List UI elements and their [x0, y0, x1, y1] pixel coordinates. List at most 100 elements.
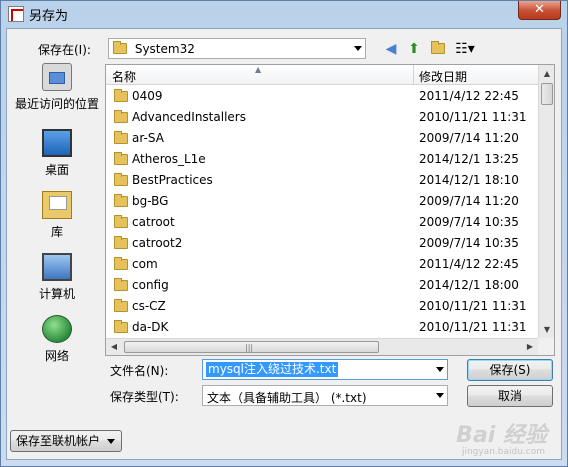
chevron-down-icon — [354, 46, 362, 51]
place-label: 库 — [50, 225, 63, 239]
window-title: 另存为 — [29, 9, 69, 24]
watermark-brand: Bai 经验 — [456, 423, 547, 448]
chevron-down-icon[interactable] — [436, 367, 444, 372]
file-name: catroot — [132, 215, 175, 229]
file-list[interactable]: ▲ 名称 修改日期 0409 2011/4/12 22:45 AdvancedIn… — [105, 64, 555, 356]
location-combo[interactable]: System32 — [108, 38, 366, 59]
file-date: 2011/4/12 22:45 — [419, 89, 519, 103]
list-item[interactable]: BestPractices 2014/12/1 18:10 — [106, 170, 538, 191]
new-folder-glyph-icon — [431, 41, 445, 54]
filetype-label: 保存类型(T): — [110, 390, 179, 404]
close-button[interactable]: ✕ — [518, 1, 561, 20]
file-name: AdvancedInstallers — [132, 110, 246, 124]
list-item[interactable]: 0409 2011/4/12 22:45 — [106, 86, 538, 107]
file-date: 2009/7/14 10:35 — [419, 215, 519, 229]
list-item[interactable]: com 2011/4/12 22:45 — [106, 254, 538, 275]
folder-icon — [114, 257, 128, 270]
location-value: System32 — [134, 42, 195, 56]
vertical-scrollbar[interactable]: ▲ ▼ — [538, 65, 554, 338]
save-in-label: 保存在(I): — [38, 43, 91, 57]
list-item[interactable]: bg-BG 2009/7/14 11:20 — [106, 191, 538, 212]
file-name: com — [132, 257, 158, 271]
list-item[interactable]: Atheros_L1e 2014/12/1 13:25 — [106, 149, 538, 170]
folder-icon — [114, 320, 128, 333]
place-libraries[interactable]: 库 — [11, 191, 103, 240]
place-desktop[interactable]: 桌面 — [11, 129, 103, 178]
save-as-dialog: 另存为 ✕ 保存在(I): System32 ◀ ⬆ ☷▾ 最近访问的位置 桌面 — [0, 0, 568, 467]
place-computer[interactable]: 计算机 — [11, 253, 103, 302]
place-label: 计算机 — [38, 287, 75, 301]
up-folder-icon[interactable]: ⬆ — [404, 39, 424, 59]
horizontal-scroll-thumb[interactable]: ||| — [124, 341, 379, 353]
scroll-down-icon[interactable]: ▼ — [539, 321, 554, 338]
watermark-url: jingyan.baidu.com — [461, 447, 545, 457]
folder-icon — [114, 278, 128, 291]
file-date: 2009/7/14 11:20 — [419, 131, 519, 145]
vertical-scroll-thumb[interactable] — [541, 83, 553, 105]
file-name: 0409 — [132, 89, 163, 103]
file-date: 2009/7/14 10:35 — [419, 236, 519, 250]
scroll-corner — [538, 338, 554, 355]
view-menu-icon[interactable]: ☷▾ — [452, 39, 478, 59]
list-item[interactable]: catroot 2009/7/14 10:35 — [106, 212, 538, 233]
file-name: BestPractices — [132, 173, 213, 187]
title-bar[interactable]: 另存为 ✕ — [1, 1, 567, 27]
back-arrow-icon[interactable]: ◀ — [381, 39, 401, 59]
column-divider[interactable] — [413, 65, 414, 85]
grip-icon: ||| — [245, 343, 254, 352]
place-network[interactable]: 网络 — [11, 315, 103, 364]
file-name: Atheros_L1e — [132, 152, 206, 166]
scroll-left-icon[interactable]: ◀ — [106, 339, 122, 355]
list-item[interactable]: ar-SA 2009/7/14 11:20 — [106, 128, 538, 149]
folder-icon — [114, 110, 128, 123]
scroll-up-icon[interactable]: ▲ — [539, 65, 554, 82]
desktop-icon — [42, 129, 72, 157]
horizontal-scrollbar[interactable]: ◀ ||| ▶ — [106, 338, 538, 355]
file-date: 2010/11/21 11:31 — [419, 299, 527, 313]
recent-places-icon — [42, 63, 72, 91]
new-folder-icon[interactable] — [428, 39, 448, 59]
folder-icon — [114, 89, 128, 102]
column-date[interactable]: 修改日期 — [419, 68, 467, 85]
list-item[interactable]: config 2014/12/1 18:00 — [106, 275, 538, 296]
file-date: 2014/12/1 18:10 — [419, 173, 519, 187]
libraries-icon — [42, 191, 72, 219]
file-name: cs-CZ — [132, 299, 166, 313]
sort-ascending-icon: ▲ — [255, 65, 262, 74]
file-name: da-DK — [132, 320, 169, 334]
folder-icon — [114, 215, 128, 228]
scroll-right-icon[interactable]: ▶ — [522, 339, 538, 355]
app-icon — [8, 6, 24, 22]
list-item[interactable]: da-DK 2010/11/21 11:31 — [106, 317, 538, 338]
folder-icon — [114, 299, 128, 312]
location-value-wrap: System32 — [113, 41, 195, 56]
place-label: 网络 — [44, 349, 69, 363]
folder-icon — [114, 236, 128, 249]
file-date: 2010/11/21 11:31 — [419, 110, 527, 124]
chevron-down-icon — [107, 439, 115, 444]
file-date: 2011/4/12 22:45 — [419, 257, 519, 271]
list-item[interactable]: catroot2 2009/7/14 10:35 — [106, 233, 538, 254]
filetype-select[interactable]: 文本（具备辅助工具） (*.txt) — [202, 385, 448, 406]
computer-icon — [42, 253, 72, 281]
file-name: config — [132, 278, 169, 292]
folder-icon — [113, 41, 127, 54]
file-date: 2010/11/21 11:31 — [419, 320, 527, 334]
folder-icon — [114, 152, 128, 165]
list-item[interactable]: AdvancedInstallers 2010/11/21 11:31 — [106, 107, 538, 128]
cancel-button[interactable]: 取消 — [467, 385, 553, 407]
filename-input[interactable]: mysql注入绕过技术.txt — [202, 359, 448, 380]
place-label: 桌面 — [44, 163, 69, 177]
dialog-body: 保存在(I): System32 ◀ ⬆ ☷▾ 最近访问的位置 桌面 库 计算机… — [6, 28, 562, 460]
places-bar: 最近访问的位置 桌面 库 计算机 网络 — [11, 63, 103, 363]
column-name[interactable]: 名称 — [112, 68, 136, 85]
place-recent[interactable]: 最近访问的位置 — [11, 63, 103, 112]
save-to-account-button[interactable]: 保存至联机帐户 — [10, 430, 122, 452]
save-button[interactable]: 保存(S) — [467, 359, 553, 381]
folder-icon — [114, 131, 128, 144]
list-item[interactable]: cs-CZ 2010/11/21 11:31 — [106, 296, 538, 317]
place-label: 最近访问的位置 — [14, 97, 99, 111]
file-name: bg-BG — [132, 194, 169, 208]
folder-icon — [114, 194, 128, 207]
filename-label: 文件名(N): — [110, 364, 169, 378]
